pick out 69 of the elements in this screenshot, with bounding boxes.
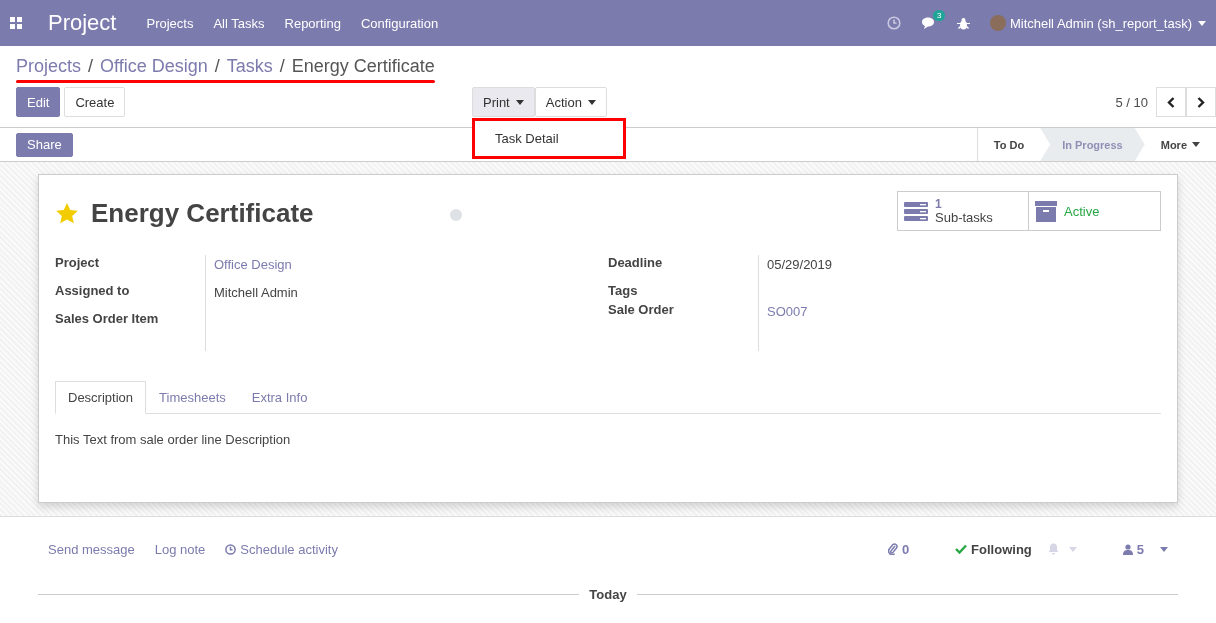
dropdown-button[interactable]: Action xyxy=(534,87,607,117)
pager-counter: 5 / 10 xyxy=(1115,94,1148,110)
menu-item[interactable]: Configuration xyxy=(360,15,439,31)
avatar-circle xyxy=(989,15,1006,31)
field-value[interactable]: SO007 xyxy=(767,304,833,332)
caret-icon xyxy=(587,99,596,105)
field-label: Assigned to xyxy=(55,283,131,300)
breadcrumb-separator: / xyxy=(88,56,94,77)
dropdown-item[interactable]: Task Detail xyxy=(472,118,626,159)
chevron-left-icon xyxy=(1167,96,1175,108)
field-value[interactable]: Office Design xyxy=(214,257,298,285)
list-icon xyxy=(904,201,928,221)
description-text: This Text from sale order line Description xyxy=(55,432,292,447)
tab[interactable]: Description xyxy=(55,381,147,414)
tab[interactable]: Extra Info xyxy=(238,381,321,414)
subtasks-count: 1 xyxy=(935,197,942,211)
status-dot[interactable] xyxy=(449,209,462,221)
field-label: Deadline xyxy=(608,255,664,272)
field-label: Tags xyxy=(608,283,639,300)
user-menu[interactable]: Mitchell Admin (sh_report_task) xyxy=(1009,15,1192,31)
chatter-action-link[interactable]: Schedule activity xyxy=(225,541,338,557)
breadcrumb-item[interactable]: Projects xyxy=(16,56,82,77)
breadcrumb-item[interactable]: Tasks xyxy=(226,56,273,77)
caret-icon xyxy=(1192,142,1200,147)
next-button[interactable] xyxy=(1186,87,1216,117)
app-title: Project xyxy=(48,10,117,36)
chatter-action-link[interactable]: Send message xyxy=(48,541,135,557)
checkmark-icon xyxy=(955,544,968,554)
person-icon xyxy=(1122,543,1133,555)
caret-icon[interactable] xyxy=(1160,546,1168,552)
stage-button[interactable]: In Progress xyxy=(1040,128,1145,161)
field-label: Project xyxy=(55,255,101,272)
breadcrumb-item[interactable]: Office Design xyxy=(100,56,208,77)
menu-item[interactable]: Reporting xyxy=(284,15,341,31)
field-label: Sales Order Item xyxy=(55,311,160,328)
bug-icon[interactable] xyxy=(956,16,970,30)
breadcrumb-item: Energy Certificate xyxy=(291,56,435,77)
chat-icon[interactable] xyxy=(920,16,937,30)
star-icon[interactable] xyxy=(55,201,79,225)
archive-box-icon xyxy=(1035,200,1057,222)
previous-button[interactable] xyxy=(1156,87,1186,117)
field-value: 05/29/2019 xyxy=(767,257,833,274)
message-count-badge: 3 xyxy=(932,9,946,21)
tab[interactable]: Timesheets xyxy=(146,381,239,414)
share-button[interactable]: Share xyxy=(16,132,73,157)
date-divider-label: Today xyxy=(589,587,627,602)
clock-icon xyxy=(225,543,237,555)
field-label: Sale Order xyxy=(608,302,675,319)
paperclip-icon xyxy=(887,543,898,555)
dropdown-button[interactable]: Print xyxy=(472,87,535,117)
chevron-right-icon xyxy=(1197,96,1205,108)
create-button[interactable]: Create xyxy=(64,87,126,117)
following-button[interactable]: Following xyxy=(949,540,1038,558)
caret-icon[interactable] xyxy=(1198,20,1206,26)
attachments-button[interactable]: 0 xyxy=(881,540,916,558)
field-value: Mitchell Admin xyxy=(214,285,298,302)
subtasks-label: Sub-tasks xyxy=(935,211,993,225)
chatter-action-link[interactable]: Log note xyxy=(154,541,206,557)
clock-icon[interactable] xyxy=(886,16,901,30)
active-label: Active xyxy=(1064,203,1100,219)
caret-icon xyxy=(515,99,524,105)
breadcrumb-separator: / xyxy=(214,56,220,77)
menu-item[interactable]: All Tasks xyxy=(213,15,265,31)
breadcrumb-separator: / xyxy=(279,56,285,77)
task-title: Energy Certificate xyxy=(91,197,314,229)
edit-button[interactable]: Edit xyxy=(16,87,61,117)
followers-button[interactable]: 5 xyxy=(1116,540,1150,558)
menu-item[interactable]: Projects xyxy=(146,15,194,31)
apps-grid-icon[interactable] xyxy=(10,17,22,29)
